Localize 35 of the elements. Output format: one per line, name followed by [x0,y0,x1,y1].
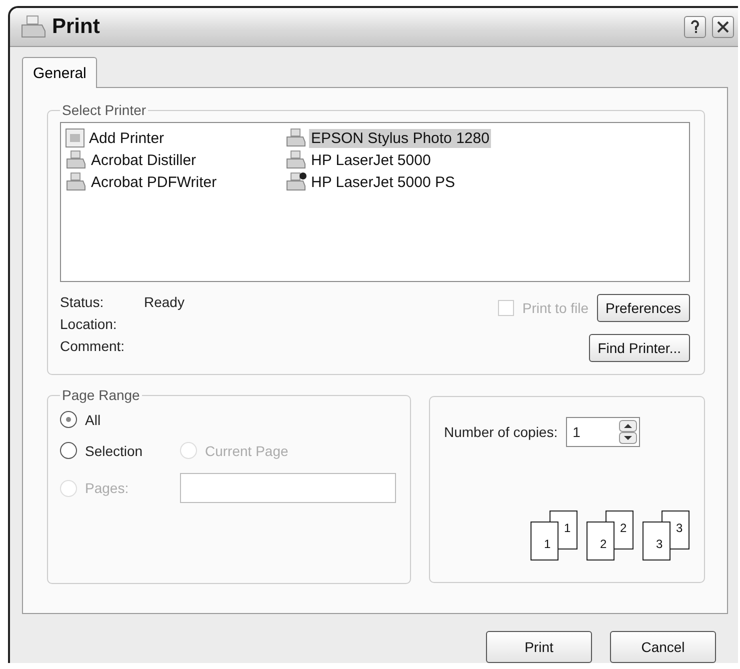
radio-label: Selection [85,442,143,458]
question-mark-icon [690,20,700,34]
info-label: Comment: [60,338,126,354]
printer-item[interactable]: Acrobat PDFWriter [89,172,219,192]
copies-label: Number of copies: [444,424,558,440]
copies-spinner[interactable]: 1 [566,417,640,447]
checkbox-label: Print to file [522,300,589,316]
printer-item[interactable]: Acrobat Distiller [89,150,198,170]
printer-item[interactable]: EPSON Stylus Photo 1280 [309,128,492,148]
radio-label: Current Page [205,442,288,458]
printer-icon [20,15,46,39]
close-button[interactable] [712,16,734,38]
cancel-button[interactable]: Cancel [610,631,716,663]
copies-value: 1 [572,424,580,440]
info-label: Location: [60,316,118,332]
window-title: Print [52,15,101,39]
printer-item[interactable]: HP LaserJet 5000 [309,150,433,170]
help-button[interactable] [684,16,706,38]
group-legend: Page Range [60,387,142,403]
radio-button[interactable] [60,411,77,428]
find-printer-button[interactable]: Find Printer... [588,334,690,362]
radio-button[interactable] [60,442,77,459]
print-button[interactable]: Print [486,631,592,663]
printer-item[interactable]: Add Printer [87,128,166,148]
info-value: Ready [144,294,186,310]
tab[interactable]: General [22,57,98,88]
printer-item[interactable]: HP LaserJet 5000 PS [309,172,457,192]
info-label: Status: [60,294,105,310]
radio-label: Pages: [85,480,129,496]
group-legend: Select Printer [60,102,148,118]
preferences-button[interactable]: Preferences [596,294,690,322]
close-icon [717,21,729,33]
spin-arrows-icon [618,420,637,444]
radio-label: All [85,412,101,428]
printer-list[interactable]: Add Printer Acrobat Distiller Acrobat PDFWriter EPSON Stylus Photo 1280 HP LaserJet 5000 HP LaserJet 5000 PS [60,122,690,282]
